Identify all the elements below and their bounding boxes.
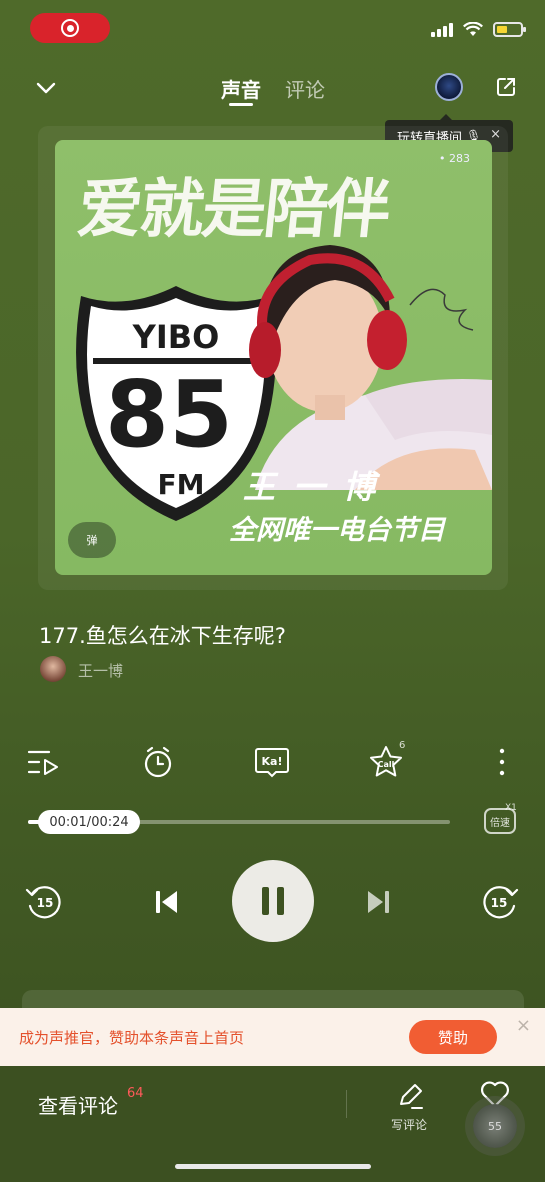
sponsor-button[interactable]: 赞助 bbox=[409, 1020, 497, 1054]
record-icon bbox=[61, 19, 79, 37]
screen-recording-indicator[interactable] bbox=[30, 13, 110, 43]
playlist-icon bbox=[27, 750, 58, 775]
timer-icon bbox=[144, 746, 172, 778]
more-button[interactable] bbox=[484, 744, 520, 780]
like-count[interactable]: 55 bbox=[473, 1104, 517, 1148]
artist-name[interactable]: 王一博 bbox=[78, 660, 123, 681]
call-label: Call bbox=[378, 760, 395, 769]
rewind-label: 15 bbox=[37, 896, 54, 910]
playlist-button[interactable] bbox=[26, 744, 62, 780]
ka-icon: Ka! bbox=[255, 748, 289, 778]
cover-listen-count: • 283 bbox=[439, 152, 470, 165]
tab-sound[interactable]: 声音 bbox=[221, 74, 261, 103]
skip-previous-icon bbox=[156, 891, 177, 913]
shield-number: 85 bbox=[105, 361, 233, 468]
tab-comments[interactable]: 评论 bbox=[285, 74, 325, 103]
cover-subtitle: 全网唯一电台节目 bbox=[229, 515, 445, 546]
call-count: 6 bbox=[399, 740, 406, 751]
next-button[interactable] bbox=[356, 880, 400, 924]
cellular-signal-icon bbox=[431, 22, 453, 37]
skip-next-icon bbox=[368, 891, 389, 913]
wifi-icon bbox=[463, 22, 483, 36]
danmaku-toggle-button[interactable]: 弹 bbox=[68, 522, 116, 558]
battery-icon bbox=[493, 22, 526, 37]
bottom-bar: 查看评论 64 写评论 55 bbox=[0, 1066, 545, 1182]
rewind-15-icon: 15 bbox=[25, 886, 61, 919]
share-icon[interactable] bbox=[494, 75, 518, 99]
progress-time-thumb[interactable]: 00:01/00:24 bbox=[38, 810, 140, 834]
shield-bottom-text: FM bbox=[158, 468, 205, 501]
forward-15-button[interactable]: 15 bbox=[478, 880, 522, 924]
previous-button[interactable] bbox=[145, 880, 189, 924]
sponsor-banner[interactable]: 成为声推官，赞助本条声音上首页 赞助 × bbox=[0, 1008, 545, 1066]
cover-host-name: 王一博 bbox=[243, 468, 394, 506]
pencil-icon[interactable] bbox=[396, 1082, 424, 1110]
write-comment-label[interactable]: 写评论 bbox=[391, 1116, 427, 1133]
playback-speed-value: X1 bbox=[505, 803, 517, 813]
pause-button[interactable] bbox=[232, 860, 314, 942]
track-title: 177.鱼怎么在冰下生存呢? bbox=[39, 624, 286, 648]
artist-avatar[interactable] bbox=[40, 656, 66, 682]
ka-button[interactable]: Ka! bbox=[254, 744, 290, 780]
pause-icon bbox=[262, 887, 284, 915]
sponsor-text: 成为声推官，赞助本条声音上首页 bbox=[19, 1029, 245, 1047]
comment-count: 64 bbox=[127, 1086, 144, 1101]
forward-label: 15 bbox=[491, 896, 508, 910]
banner-close-icon[interactable]: × bbox=[516, 1015, 531, 1036]
home-indicator[interactable] bbox=[175, 1164, 371, 1169]
view-comments-button[interactable]: 查看评论 bbox=[38, 1090, 118, 1119]
ka-label: Ka! bbox=[262, 755, 283, 768]
rewind-15-button[interactable]: 15 bbox=[22, 880, 66, 924]
forward-15-icon: 15 bbox=[483, 886, 519, 919]
sleep-timer-button[interactable] bbox=[140, 744, 176, 780]
divider bbox=[346, 1090, 347, 1118]
more-vertical-icon bbox=[499, 748, 505, 776]
album-cover[interactable]: 爱就是陪伴 • 283 YIBO 85 FM 王一博 全网唯一电台节目 弹 bbox=[55, 140, 492, 575]
call-button[interactable]: Call 6 bbox=[368, 740, 405, 780]
chevron-down-icon[interactable] bbox=[34, 76, 58, 100]
host-photo bbox=[249, 245, 492, 490]
shield-top-text: YIBO bbox=[132, 318, 220, 356]
active-tab-indicator bbox=[229, 103, 253, 106]
status-icons bbox=[431, 22, 526, 37]
live-room-avatar[interactable] bbox=[435, 73, 463, 101]
